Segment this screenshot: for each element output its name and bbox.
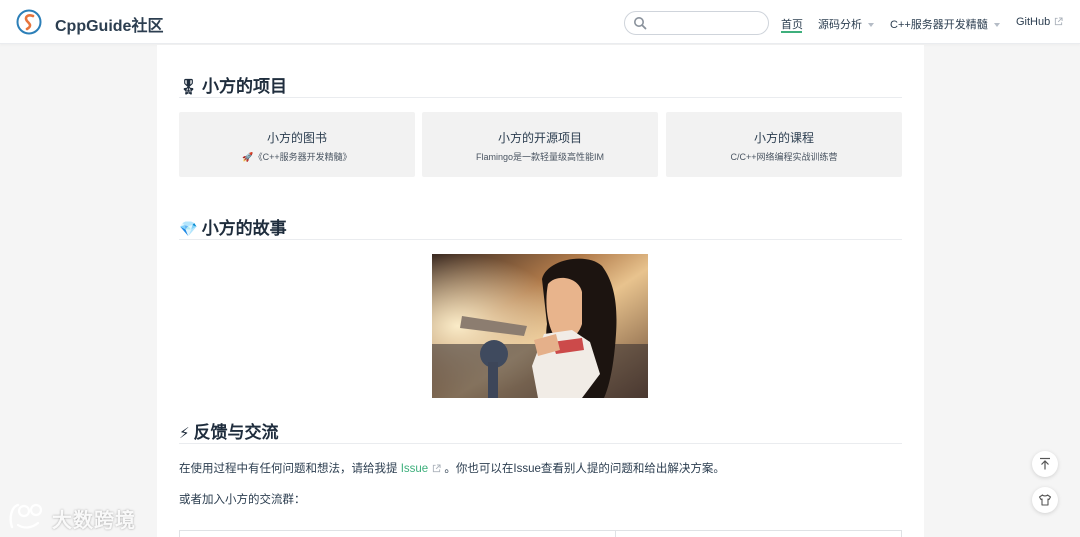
card-course[interactable]: 小方的课程 C/C++网络编程实战训练营 xyxy=(666,112,902,177)
card-book-subtitle: 🚀《C++服务器开发精髓》 xyxy=(242,152,352,162)
watermark-logo-icon xyxy=(9,503,43,529)
logo-icon[interactable] xyxy=(16,9,42,35)
card-course-title: 小方的课程 xyxy=(753,131,814,145)
issue-link-label: Issue xyxy=(400,463,429,475)
lightning-icon: ⚡ xyxy=(179,425,190,442)
chevron-down-icon xyxy=(868,23,874,28)
nav-github-label: GitHub xyxy=(1016,16,1051,28)
story-heading-text: 小方的故事 xyxy=(201,219,287,238)
nav-github[interactable]: GitHub xyxy=(1016,16,1063,28)
theme-button[interactable] xyxy=(1032,487,1058,513)
feedback-paragraph: 在使用过程中有任何问题和想法，请给我提 Issue 。你也可以在Issue查看别… xyxy=(179,460,725,476)
watermark-text: 大数跨境 xyxy=(52,510,136,532)
nav-source-analysis-label: 源码分析 xyxy=(818,19,862,31)
top-navbar: CppGuide社区 首页 源码分析 C++服务器开发精髓 GitHub xyxy=(0,0,1080,44)
story-heading: 💎 小方的故事 xyxy=(179,214,287,239)
external-link-icon xyxy=(433,464,441,473)
gem-icon: 💎 xyxy=(179,221,198,238)
group-table xyxy=(179,530,902,537)
search-icon xyxy=(634,17,647,30)
nav-cpp-server[interactable]: C++服务器开发精髓 xyxy=(890,16,1000,32)
nav-home-label: 首页 xyxy=(781,19,803,31)
projects-heading: 🎖 小方的项目 xyxy=(179,72,287,97)
card-open-source[interactable]: 小方的开源项目 Flamingo是一款轻量级高性能IM xyxy=(422,112,658,177)
search-box[interactable] xyxy=(624,11,769,35)
card-open-source-title: 小方的开源项目 xyxy=(497,131,582,145)
back-to-top-button[interactable] xyxy=(1032,451,1058,477)
heading-divider xyxy=(179,239,902,240)
card-open-source-subtitle: Flamingo是一款轻量级高性能IM xyxy=(475,152,604,162)
table-column-divider xyxy=(615,530,616,537)
nav-source-analysis[interactable]: 源码分析 xyxy=(818,16,874,32)
join-group-text: 或者加入小方的交流群： xyxy=(179,494,306,506)
feedback-heading: ⚡ 反馈与交流 xyxy=(179,418,279,443)
feedback-text-after: 。你也可以在Issue查看别人提的问题和给出解决方案。 xyxy=(444,463,725,475)
chevron-down-icon xyxy=(993,23,1000,28)
nav-home[interactable]: 首页 xyxy=(781,16,803,32)
issue-link[interactable]: Issue xyxy=(401,463,442,475)
back-to-top-icon xyxy=(1040,457,1050,470)
heading-divider xyxy=(179,443,902,444)
watermark: 大数跨境 xyxy=(8,500,148,532)
external-link-icon xyxy=(1055,17,1063,26)
card-course-subtitle: C/C++网络编程实战训练营 xyxy=(730,152,838,162)
story-photo xyxy=(432,254,648,398)
search-input[interactable] xyxy=(651,15,761,31)
projects-heading-text: 小方的项目 xyxy=(202,77,288,96)
feedback-heading-text: 反馈与交流 xyxy=(193,423,279,442)
medal-icon: 🎖 xyxy=(179,79,199,96)
card-book-title: 小方的图书 xyxy=(266,131,327,145)
nav-cpp-server-label: C++服务器开发精髓 xyxy=(890,19,988,31)
heading-divider xyxy=(179,97,902,98)
card-book[interactable]: 小方的图书 🚀《C++服务器开发精髓》 xyxy=(179,112,415,177)
site-name[interactable]: CppGuide社区 xyxy=(55,12,163,36)
feedback-text-before: 在使用过程中有任何问题和想法，请给我提 xyxy=(179,463,398,475)
nav-active-indicator xyxy=(781,31,802,33)
theme-shirt-icon xyxy=(1038,494,1052,506)
